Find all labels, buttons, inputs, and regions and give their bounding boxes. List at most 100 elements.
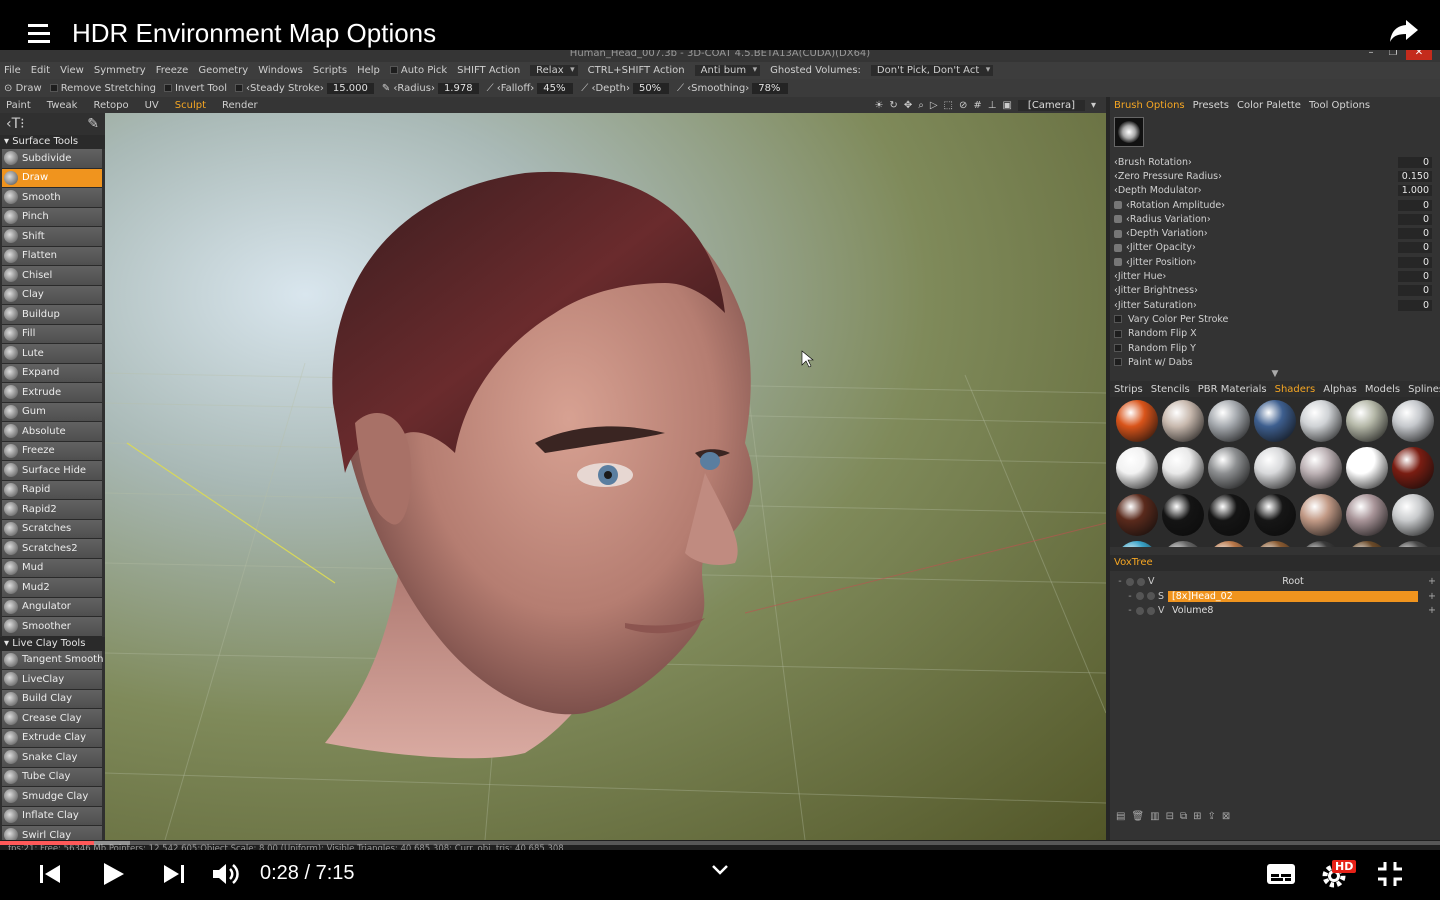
shift-action-select[interactable]: Relax bbox=[530, 65, 578, 76]
collapse-icon[interactable]: - bbox=[1124, 605, 1136, 616]
camera-select[interactable]: [Camera] bbox=[1017, 99, 1085, 111]
tab-color-palette[interactable]: Color Palette bbox=[1237, 100, 1301, 111]
pen-pressure-icon[interactable] bbox=[1114, 243, 1122, 252]
voxtree-name[interactable]: Root bbox=[1158, 576, 1424, 587]
tab-sculpt[interactable]: Sculpt bbox=[175, 100, 206, 111]
property-value[interactable]: 0 bbox=[1398, 156, 1432, 168]
tab-tweak[interactable]: Tweak bbox=[47, 100, 78, 111]
tool-gum[interactable]: Gum bbox=[2, 402, 102, 422]
smoothing-value[interactable]: 78% bbox=[752, 82, 789, 94]
share-icon[interactable] bbox=[1388, 18, 1420, 48]
split-icon[interactable]: ⊞ bbox=[1193, 811, 1201, 822]
tool-rapid[interactable]: Rapid bbox=[2, 480, 102, 500]
menu-windows[interactable]: Windows bbox=[258, 65, 303, 76]
screenshot-icon[interactable]: ▣ bbox=[1002, 100, 1011, 111]
radius-control[interactable]: ✎ ‹Radius› 1.978 bbox=[382, 82, 479, 94]
ghost-icon[interactable] bbox=[1147, 592, 1155, 601]
tab-presets[interactable]: Presets bbox=[1193, 100, 1229, 111]
move-icon[interactable]: ✥ bbox=[904, 100, 912, 111]
tab-render[interactable]: Render bbox=[222, 100, 258, 111]
depth-control[interactable]: ⟋ ‹Depth› 50% bbox=[581, 82, 669, 94]
shader-swatch[interactable] bbox=[1162, 494, 1204, 537]
visibility-icon[interactable] bbox=[1126, 577, 1134, 586]
tool-smoother[interactable]: Smoother bbox=[2, 617, 102, 637]
tool-rapid2[interactable]: Rapid2 bbox=[2, 500, 102, 520]
tool-inflate-clay[interactable]: Inflate Clay bbox=[2, 806, 102, 826]
shader-swatch[interactable] bbox=[1162, 400, 1204, 443]
shader-swatch[interactable] bbox=[1162, 447, 1204, 490]
tool-scratches[interactable]: Scratches bbox=[2, 519, 102, 539]
voxtree-name[interactable]: [8x]Head_02 bbox=[1168, 590, 1418, 602]
tab-splines[interactable]: Splines bbox=[1408, 384, 1440, 395]
falloff-control[interactable]: ⟋ ‹Falloff› 45% bbox=[487, 82, 574, 94]
tab-tool-options[interactable]: Tool Options bbox=[1309, 100, 1370, 111]
layer-icon[interactable]: ▥ bbox=[1150, 811, 1159, 822]
visibility-icon[interactable] bbox=[1136, 606, 1144, 615]
property-value[interactable]: 0.150 bbox=[1398, 170, 1432, 182]
group-live-clay-tools[interactable]: ▾ Live Clay Tools bbox=[0, 636, 105, 651]
chevron-down-icon[interactable]: ▾ bbox=[1091, 100, 1096, 111]
pen-pressure-icon[interactable] bbox=[1114, 229, 1122, 238]
tool-liveclay[interactable]: LiveClay bbox=[2, 670, 102, 690]
menu-freeze[interactable]: Freeze bbox=[156, 65, 189, 76]
add-layer-icon[interactable]: + bbox=[1424, 605, 1440, 616]
add-layer-icon[interactable]: + bbox=[1424, 576, 1440, 587]
shader-swatch[interactable] bbox=[1254, 494, 1296, 537]
rotate-icon[interactable]: ↻ bbox=[889, 100, 897, 111]
shader-swatch[interactable] bbox=[1346, 541, 1388, 548]
folder-icon[interactable]: ▤ bbox=[1116, 811, 1125, 822]
checkbox-box[interactable] bbox=[1114, 315, 1122, 324]
shader-swatch[interactable] bbox=[1208, 541, 1250, 548]
shader-swatch[interactable] bbox=[1116, 541, 1158, 548]
tool-subdivide[interactable]: Subdivide bbox=[2, 149, 102, 169]
invert-tool-checkbox[interactable]: Invert Tool bbox=[163, 83, 227, 94]
checkbox-paint-w-dabs[interactable]: Paint w/ Dabs bbox=[1110, 355, 1440, 369]
chevron-down-icon[interactable] bbox=[710, 862, 730, 881]
perspective-icon[interactable]: ▷ bbox=[930, 100, 938, 111]
tool-extrude[interactable]: Extrude bbox=[2, 383, 102, 403]
menu-symmetry[interactable]: Symmetry bbox=[94, 65, 146, 76]
text-tool-icon[interactable]: ‹T⁝ bbox=[6, 116, 25, 132]
tool-tube-clay[interactable]: Tube Clay bbox=[2, 767, 102, 787]
ghost-icon[interactable] bbox=[1147, 606, 1155, 615]
property-value[interactable]: 0 bbox=[1398, 213, 1432, 225]
tab-uv[interactable]: UV bbox=[145, 100, 159, 111]
tab-paint[interactable]: Paint bbox=[6, 100, 31, 111]
voxtree-node[interactable]: - V Volume8 + bbox=[1110, 603, 1440, 618]
delete-icon[interactable]: 🗑 bbox=[1131, 811, 1144, 822]
tool-surface-hide[interactable]: Surface Hide bbox=[2, 461, 102, 481]
shader-swatch[interactable] bbox=[1208, 400, 1250, 443]
group-surface-tools[interactable]: ▾ Surface Tools bbox=[0, 135, 105, 149]
steady-stroke-control[interactable]: ‹Steady Stroke› 15.000 bbox=[234, 82, 374, 94]
steady-stroke-value[interactable]: 15.000 bbox=[326, 82, 374, 94]
tool-crease-clay[interactable]: Crease Clay bbox=[2, 709, 102, 729]
light-icon[interactable]: ☀ bbox=[874, 100, 883, 111]
shader-swatch[interactable] bbox=[1254, 400, 1296, 443]
property-value[interactable]: 0 bbox=[1398, 271, 1432, 283]
tab-brush-options[interactable]: Brush Options bbox=[1114, 100, 1185, 111]
tab-models[interactable]: Models bbox=[1365, 384, 1400, 395]
shader-swatch[interactable] bbox=[1208, 494, 1250, 537]
play-icon[interactable] bbox=[100, 860, 126, 892]
frame-icon[interactable]: ⬚ bbox=[944, 100, 953, 111]
shader-swatch[interactable] bbox=[1346, 400, 1388, 443]
property-value[interactable]: 0 bbox=[1398, 256, 1432, 268]
shader-swatch[interactable] bbox=[1300, 400, 1342, 443]
tab-stencils[interactable]: Stencils bbox=[1151, 384, 1190, 395]
tool-smooth[interactable]: Smooth bbox=[2, 188, 102, 208]
tool-shift[interactable]: Shift bbox=[2, 227, 102, 247]
tool-smudge-clay[interactable]: Smudge Clay bbox=[2, 787, 102, 807]
pen-pressure-icon[interactable] bbox=[1114, 201, 1122, 210]
checkbox-vary-color-per-stroke[interactable]: Vary Color Per Stroke bbox=[1110, 312, 1440, 326]
subtitles-icon[interactable] bbox=[1266, 862, 1296, 890]
property-value[interactable]: 0 bbox=[1398, 228, 1432, 240]
hide-icon[interactable]: ⊘ bbox=[959, 100, 967, 111]
tool-mud[interactable]: Mud bbox=[2, 558, 102, 578]
tab-shaders[interactable]: Shaders bbox=[1275, 384, 1316, 395]
shader-swatch[interactable] bbox=[1254, 447, 1296, 490]
collapse-icon[interactable]: - bbox=[1124, 591, 1136, 602]
pen-pressure-icon[interactable] bbox=[1114, 215, 1122, 224]
shader-swatch[interactable] bbox=[1346, 494, 1388, 537]
checkbox-random-flip-y[interactable]: Random Flip Y bbox=[1110, 341, 1440, 355]
shader-swatch[interactable] bbox=[1392, 494, 1434, 537]
